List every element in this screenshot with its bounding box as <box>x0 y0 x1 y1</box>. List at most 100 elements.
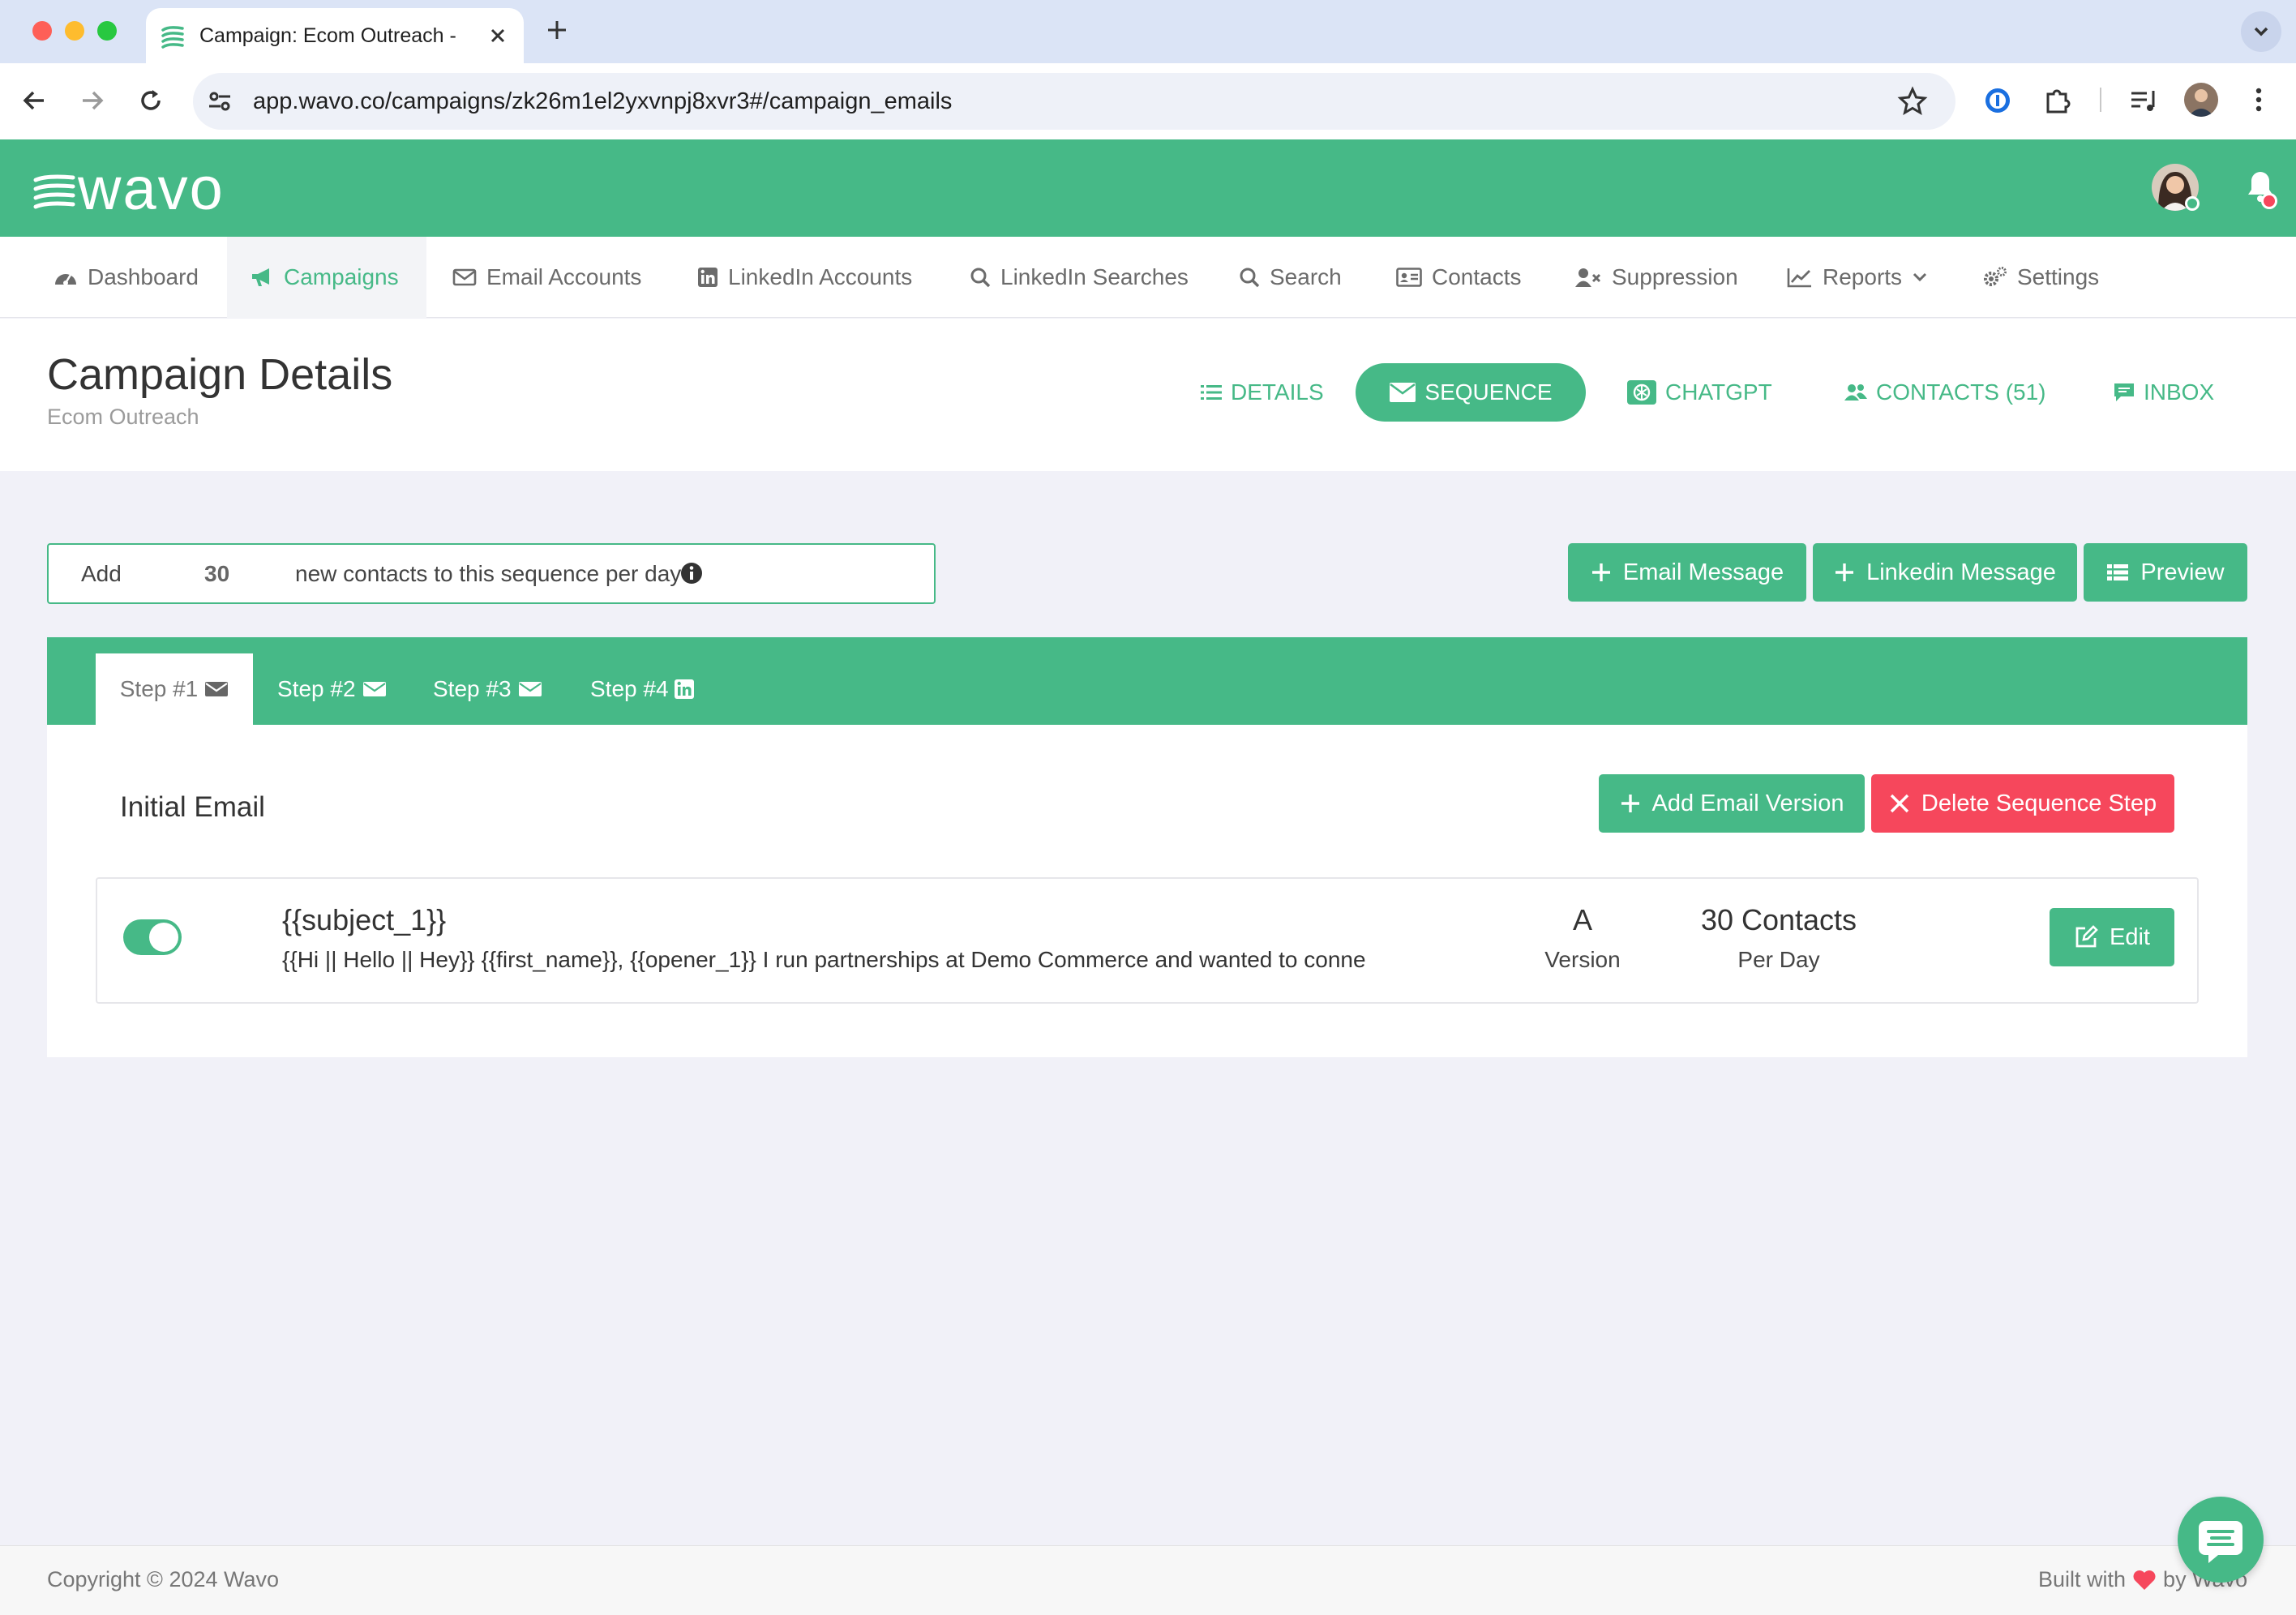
email-subject: {{subject_1}} <box>282 903 447 936</box>
nav-item-dashboard[interactable]: Dashboard <box>54 237 199 318</box>
delete-sequence-step-button[interactable]: Delete Sequence Step <box>1871 774 2174 833</box>
contacts-per-day: 30 Contacts <box>1700 903 1857 936</box>
toolbar-divider <box>2100 88 2101 112</box>
url-text[interactable]: app.wavo.co/campaigns/zk26m1el2yxvnpj8xv… <box>253 88 952 115</box>
nav-item-label: LinkedIn Searches <box>1000 264 1189 289</box>
tab-chatgpt[interactable]: CHATGPT <box>1626 363 1772 422</box>
comment-icon <box>2114 383 2134 401</box>
edit-version-button[interactable]: Edit <box>2050 908 2174 966</box>
add-email-message-button[interactable]: Email Message <box>1568 543 1806 602</box>
button-label: Email Message <box>1622 559 1784 585</box>
nav-item-contacts[interactable]: Contacts <box>1396 237 1522 318</box>
envelope-icon <box>1390 383 1416 402</box>
tab-label: CHATGPT <box>1665 379 1772 405</box>
daily-limit-suffix: new contacts to this sequence per day <box>295 561 682 586</box>
contacts-per-day-label: Per Day <box>1737 947 1820 972</box>
step-title: Initial Email <box>120 791 265 823</box>
new-tab-icon[interactable] <box>545 18 569 42</box>
nav-item-linkedin-searches[interactable]: LinkedIn Searches <box>970 237 1189 318</box>
chevron-down-icon <box>1913 272 1927 282</box>
preview-button[interactable]: Preview <box>2084 543 2247 602</box>
footer: Copyright © 2024 Wavo Built with by Wavo <box>0 1545 2296 1615</box>
button-label: Linkedin Message <box>1866 559 2056 585</box>
browser-menu-icon[interactable] <box>2247 84 2270 115</box>
button-label: Delete Sequence Step <box>1921 790 2157 816</box>
megaphone-icon <box>252 268 269 286</box>
back-icon[interactable] <box>19 86 49 115</box>
cogs-icon <box>1984 267 2007 286</box>
user-times-icon <box>1575 268 1601 287</box>
nav-item-label: Campaigns <box>284 264 399 289</box>
nav-item-reports[interactable]: Reports <box>1787 237 1928 318</box>
tab-search-button[interactable] <box>2241 11 2281 52</box>
list-icon <box>1201 385 1222 400</box>
close-window-button[interactable] <box>32 21 52 41</box>
nav-item-settings[interactable]: Settings <box>1981 237 2099 318</box>
nav-item-label: Suppression <box>1612 264 1738 289</box>
forward-icon[interactable] <box>78 86 107 115</box>
footer-copyright: Copyright © 2024 Wavo <box>47 1567 280 1591</box>
version-enabled-toggle[interactable] <box>123 919 182 955</box>
site-settings-icon[interactable] <box>206 88 233 115</box>
wavo-logo-icon[interactable] <box>32 173 76 209</box>
step-tab-3[interactable]: Step #3 <box>433 653 542 725</box>
media-controls-icon[interactable] <box>2129 86 2160 115</box>
wavo-favicon-icon <box>161 24 185 49</box>
step-tab-label: Step #1 <box>119 676 199 701</box>
step-tab-label: Step #4 <box>590 676 669 701</box>
nav-item-label: Settings <box>2017 264 2100 289</box>
envelope-icon <box>362 682 386 696</box>
browser-profile-avatar[interactable] <box>2184 83 2218 117</box>
nav-item-campaigns[interactable]: Campaigns <box>250 237 399 318</box>
daily-limit-prefix: Add <box>81 561 122 586</box>
address-bar[interactable]: app.wavo.co/campaigns/zk26m1el2yxvnpj8xv… <box>193 73 1955 130</box>
button-label: Add Email Version <box>1651 790 1844 816</box>
extensions-puzzle-icon[interactable] <box>2041 84 2072 115</box>
plus-icon <box>1591 563 1610 581</box>
bookmark-star-icon[interactable] <box>1897 86 1928 117</box>
toggle-knob <box>149 923 178 952</box>
version-letter: A <box>1572 903 1592 936</box>
button-label: Edit <box>2110 923 2150 950</box>
add-linkedin-message-button[interactable]: Linkedin Message <box>1813 543 2077 602</box>
daily-limit-input[interactable]: 30 <box>204 561 229 587</box>
dashboard-icon <box>55 274 76 285</box>
search-icon <box>1240 268 1260 288</box>
add-email-version-button[interactable]: Add Email Version <box>1599 774 1865 833</box>
step-tab-2[interactable]: Step #2 <box>277 653 387 725</box>
chat-launcher-button[interactable] <box>2178 1497 2264 1583</box>
step-tab-4[interactable]: Step #4 <box>590 653 695 725</box>
browser-tab[interactable]: Campaign: Ecom Outreach - W <box>146 8 524 63</box>
tab-details[interactable]: DETAILS <box>1200 363 1324 422</box>
minimize-window-button[interactable] <box>65 21 84 41</box>
nav-item-linkedin-accounts[interactable]: LinkedIn Accounts <box>697 237 912 318</box>
nav-item-suppression[interactable]: Suppression <box>1574 237 1738 318</box>
nav-item-email-accounts[interactable]: Email Accounts <box>452 237 641 318</box>
nav-item-label: Dashboard <box>88 264 199 289</box>
password-manager-extension-icon[interactable] <box>1983 86 2012 115</box>
zoom-window-button[interactable] <box>97 21 117 41</box>
tab-inbox[interactable]: INBOX <box>2113 363 2214 422</box>
logo-text[interactable]: wavo <box>78 154 225 223</box>
step-tab-label: Step #2 <box>277 676 356 701</box>
list-icon <box>2107 564 2129 580</box>
tab-sequence[interactable]: SEQUENCE <box>1356 363 1586 422</box>
info-circle-icon[interactable] <box>679 561 704 585</box>
chart-line-icon <box>1787 268 1811 288</box>
tab-contacts[interactable]: CONTACTS (51) <box>1844 363 2046 422</box>
reload-icon[interactable] <box>136 86 165 115</box>
nav-item-label: Contacts <box>1432 264 1522 289</box>
nav-item-label: Reports <box>1823 264 1903 289</box>
step-tab-1[interactable]: Step #1 <box>96 653 253 725</box>
envelope-icon <box>518 682 542 696</box>
nav-item-search[interactable]: Search <box>1239 237 1342 318</box>
footer-built-prefix: Built with <box>2038 1567 2127 1591</box>
browser-tab-title: Campaign: Ecom Outreach - W <box>199 24 459 47</box>
close-tab-icon[interactable] <box>486 24 509 47</box>
version-label: Version <box>1544 947 1621 972</box>
email-version-row: {{subject_1}} {{Hi || Hello || Hey}} {{f… <box>96 877 2199 1004</box>
page-title: Campaign Details <box>47 350 393 399</box>
email-preview-text: {{Hi || Hello || Hey}} {{first_name}}, {… <box>282 947 1366 972</box>
nav-item-label: Search <box>1270 264 1342 289</box>
step-tab-label: Step #3 <box>433 676 512 701</box>
